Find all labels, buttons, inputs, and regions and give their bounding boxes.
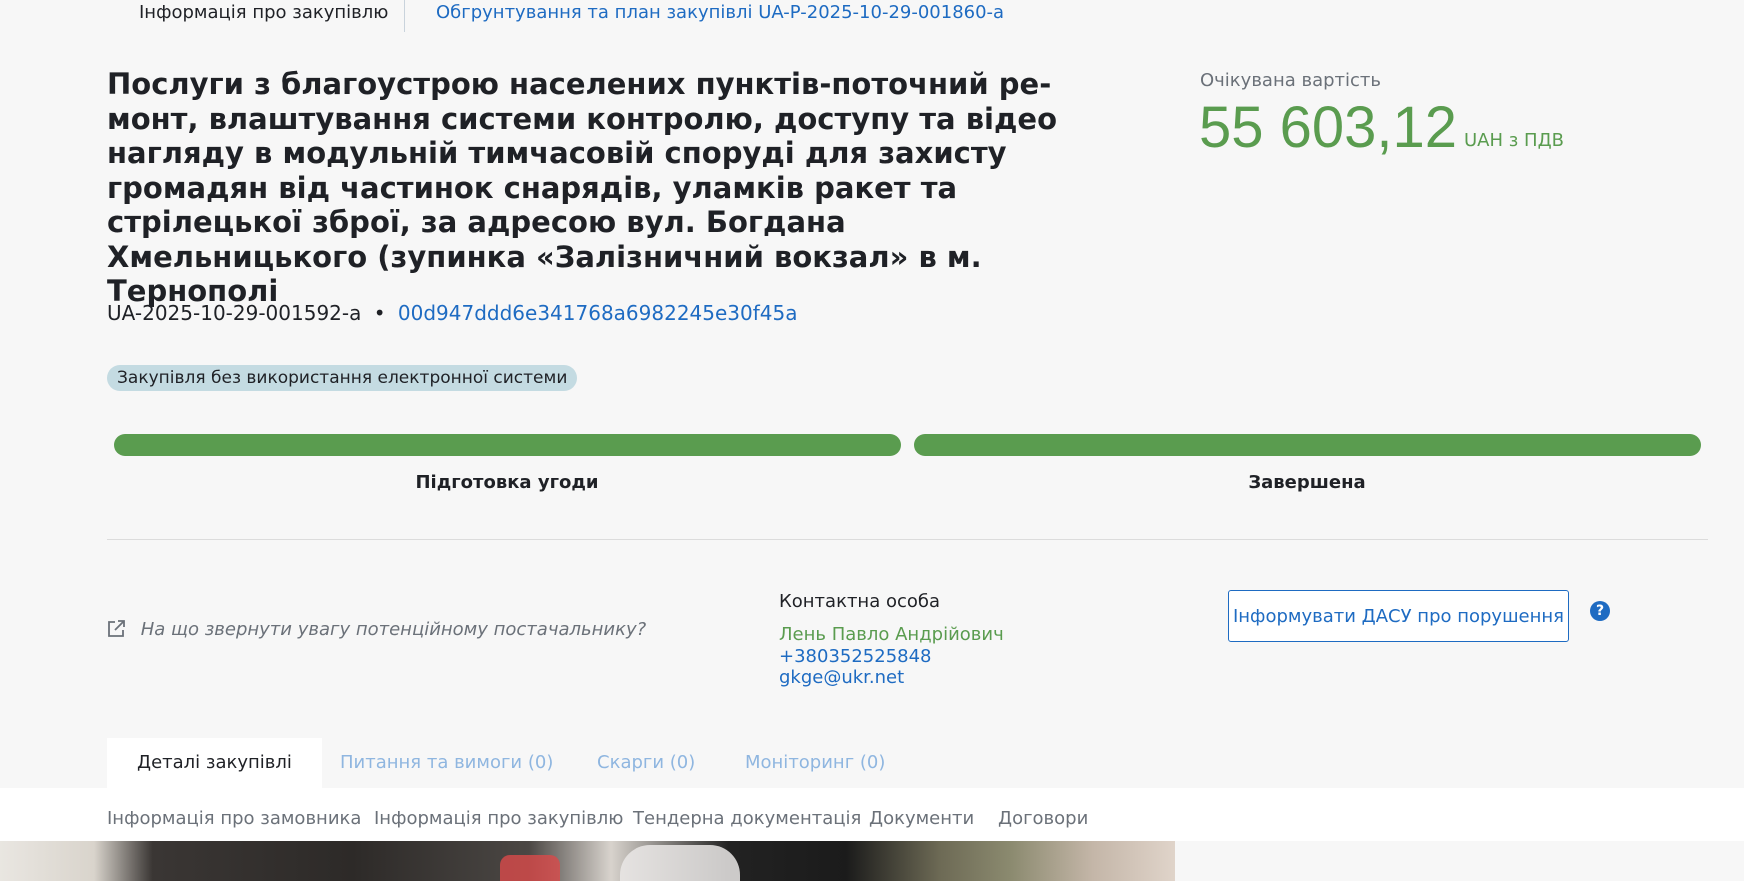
photo-detail — [500, 855, 560, 881]
contact-email-link[interactable]: gkge@ukr.net — [779, 667, 904, 688]
tab-monitoring[interactable]: Моніторинг (0) — [745, 738, 885, 788]
top-nav-divider — [404, 0, 405, 32]
progress-label-completed: Завершена — [1248, 472, 1366, 493]
tender-id: UA-2025-10-29-001592-a — [107, 301, 362, 325]
supplier-attention-text: На що звернути увагу потенційному постач… — [140, 619, 647, 640]
help-icon[interactable]: ? — [1590, 601, 1610, 621]
tender-hash-link[interactable]: 00d947ddd6e341768a6982245e30f45a — [398, 301, 798, 325]
main-tabs: Деталі закупівлі Питання та вимоги (0) С… — [0, 738, 1744, 788]
subnav-procurement-info[interactable]: Інформація про закупівлю — [374, 808, 623, 829]
top-nav: Інформація про закупівлю Обгрунтування т… — [0, 0, 1744, 32]
progress-bar-completed — [914, 434, 1701, 456]
tab-procurement-details[interactable]: Деталі закупівлі — [107, 738, 322, 788]
external-link-icon — [107, 620, 125, 643]
subnav-documents[interactable]: Документи — [869, 808, 974, 829]
expected-value-currency: UAH з ПДВ — [1464, 130, 1564, 151]
contact-label: Контактна особа — [779, 591, 941, 612]
photo-banner — [0, 841, 1175, 881]
photo-detail — [620, 845, 740, 881]
sub-nav: Інформація про замовника Інформація про … — [0, 788, 1744, 841]
tender-ids: UA-2025-10-29-001592-a • 00d947ddd6e3417… — [107, 301, 798, 325]
tab-questions[interactable]: Питання та вимоги (0) — [340, 738, 553, 788]
subnav-tender-docs[interactable]: Тендерна документація — [633, 808, 861, 829]
id-separator: • — [373, 301, 386, 325]
progress-label-preparation: Підготовка угоди — [415, 472, 599, 493]
subnav-customer-info[interactable]: Інформація про замовника — [107, 808, 361, 829]
progress-bar-preparation — [114, 434, 901, 456]
expected-value-label: Очікувана вартість — [1200, 70, 1382, 91]
subnav-contracts[interactable]: Договори — [998, 808, 1088, 829]
inform-dasu-button[interactable]: Інформувати ДАСУ про порушення — [1228, 590, 1569, 642]
top-tab-procurement-info[interactable]: Інформація про закупівлю — [139, 2, 388, 23]
supplier-attention-link[interactable]: На що звернути увагу потенційному постач… — [107, 619, 646, 643]
contact-phone-link[interactable]: +380352525848 — [779, 646, 932, 667]
procurement-type-badge: Закупівля без використання електронної с… — [107, 365, 578, 391]
tender-title: Послуги з благоустрою населених пунктів-… — [107, 67, 1058, 308]
contact-name: Лень Павло Андрійович — [779, 624, 1004, 645]
tab-complaints[interactable]: Скарги (0) — [597, 738, 695, 788]
plan-link[interactable]: Обгрунтування та план закупівлі UA-P-202… — [436, 2, 1004, 23]
expected-value-amount: 55 603,12 — [1199, 95, 1458, 160]
section-divider — [107, 539, 1708, 540]
